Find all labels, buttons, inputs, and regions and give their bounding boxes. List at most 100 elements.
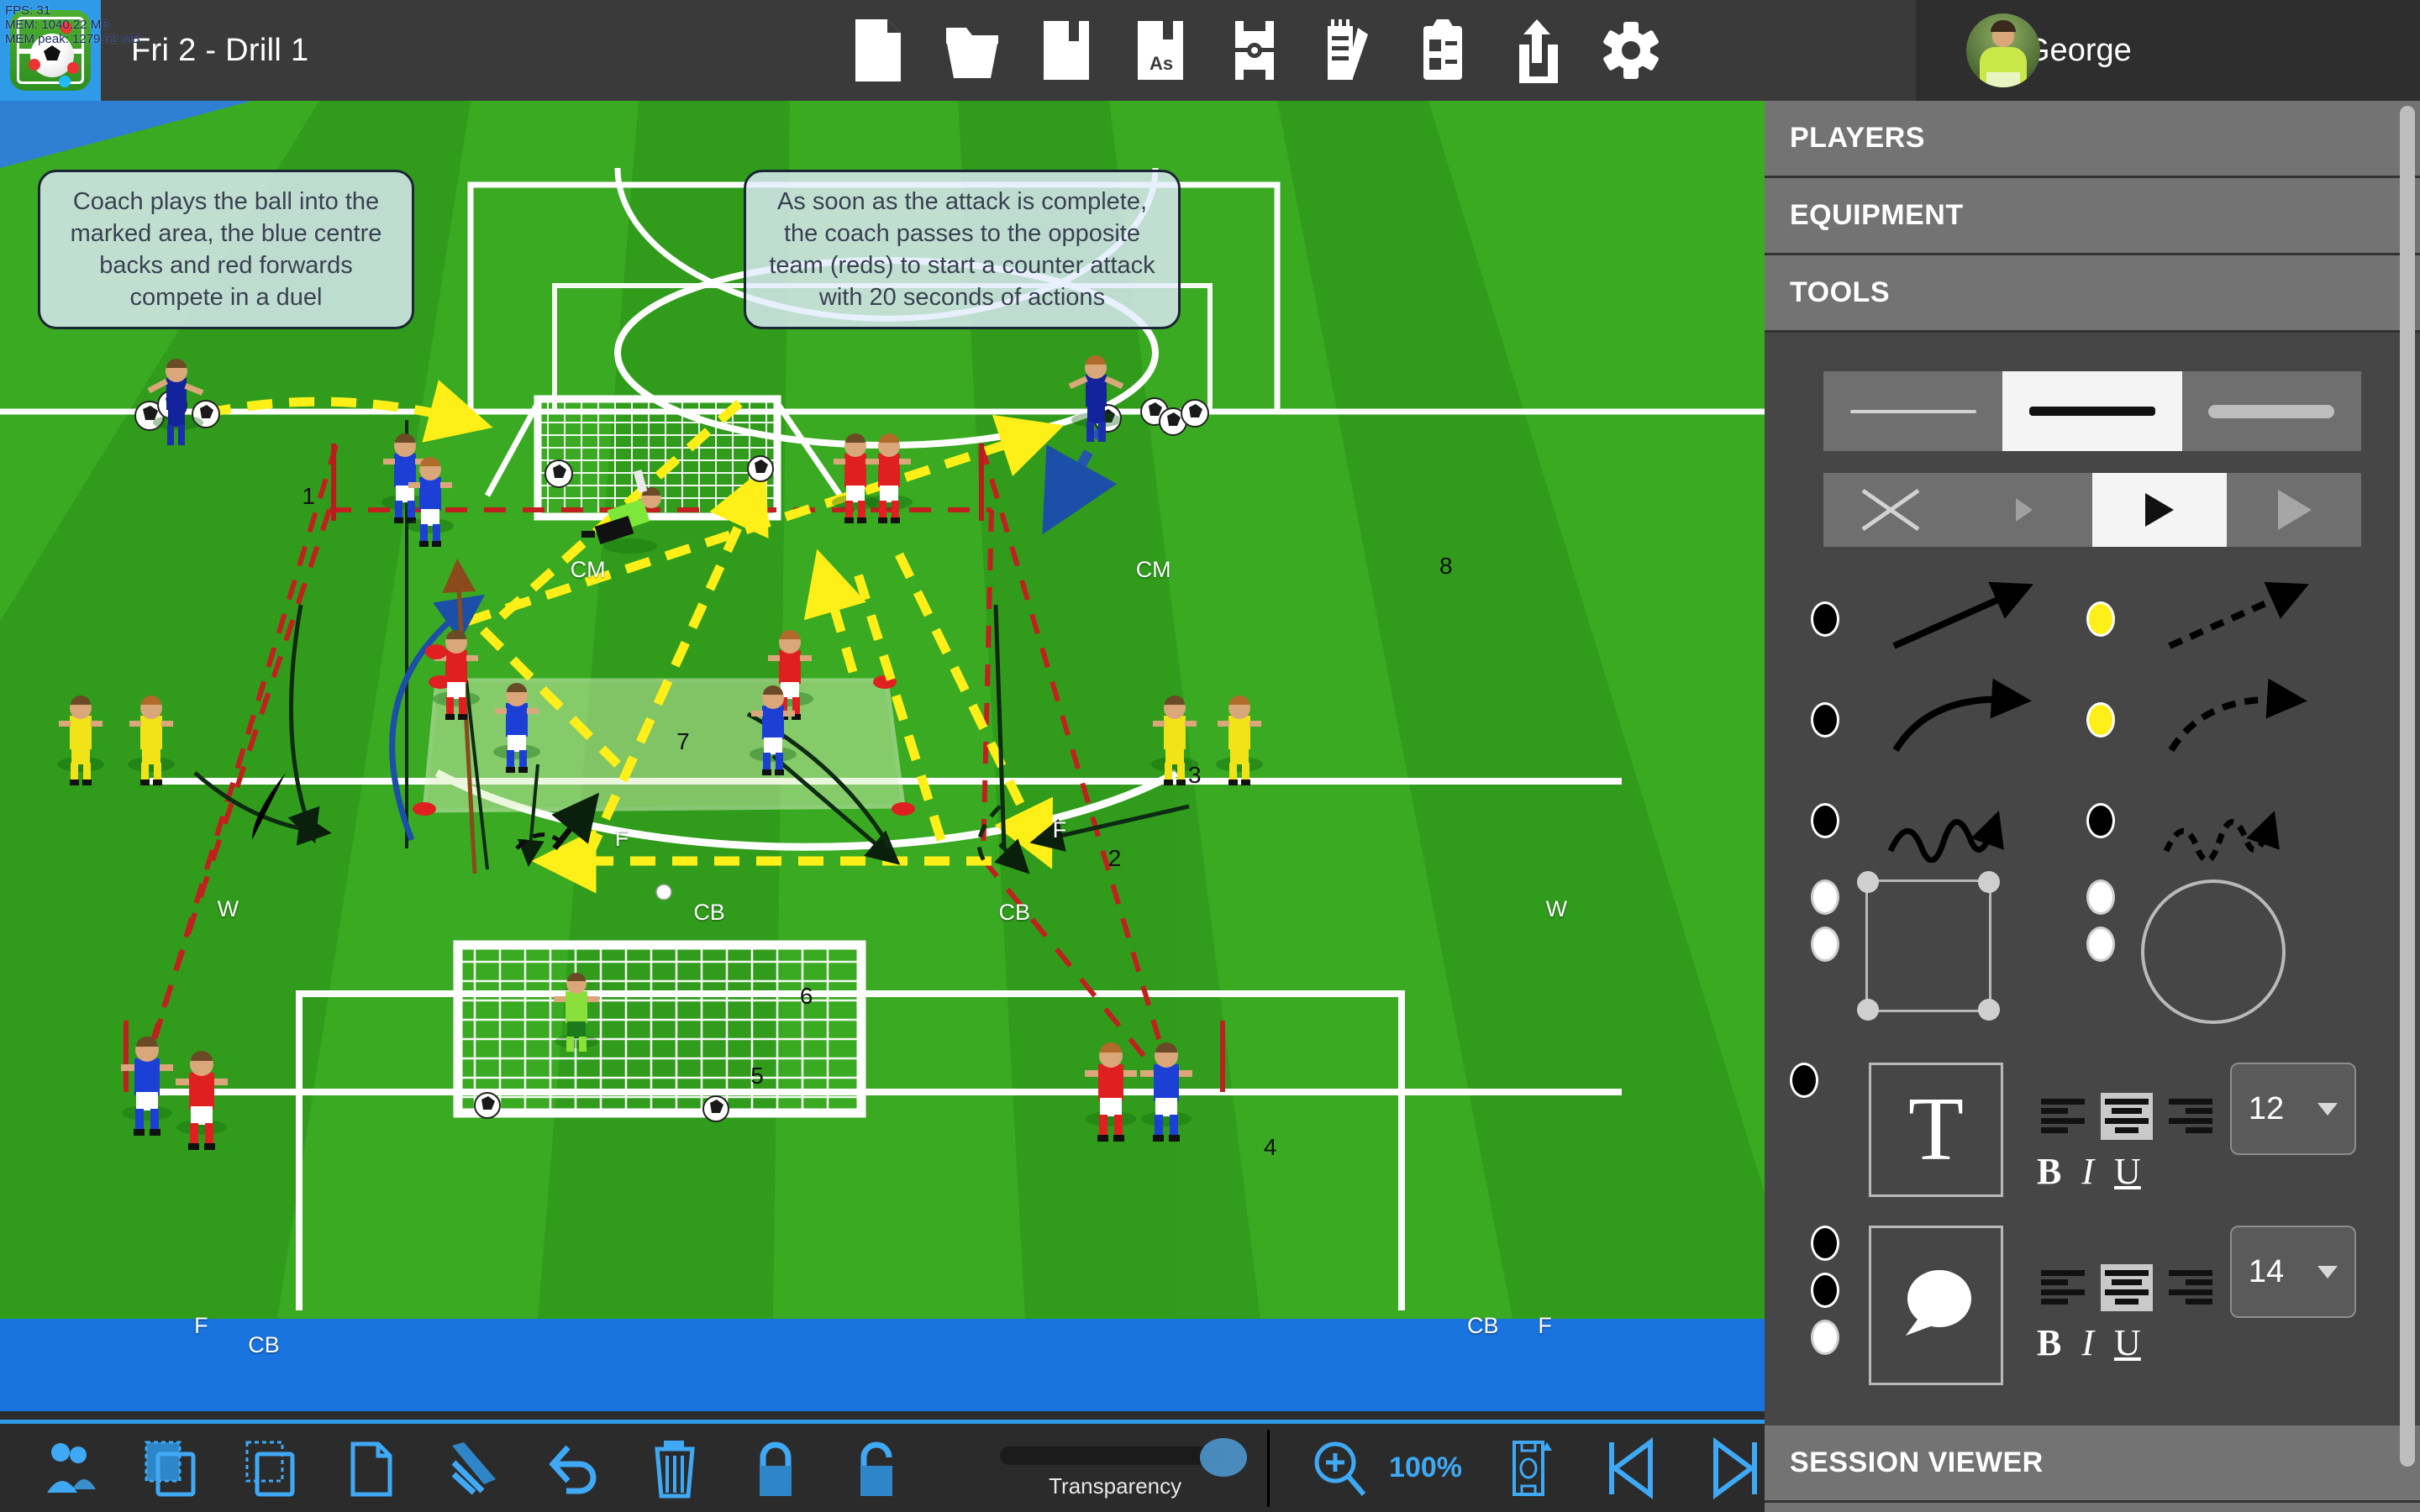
callout-font-size-select[interactable]: 14 [2230,1226,2390,1402]
session-notes-icon[interactable] [1319,18,1378,83]
speech-bubble-tool[interactable] [1869,1226,2028,1402]
unlock-icon[interactable] [845,1437,908,1499]
players-group-icon[interactable] [39,1437,101,1499]
bring-to-front-icon[interactable] [139,1437,202,1499]
callout-align-left[interactable] [2037,1264,2089,1311]
curved-arrow-color-dot[interactable] [1790,669,1860,770]
arrow-number-6: 6 [799,982,813,1009]
text-italic-button[interactable]: I [2081,1150,2094,1193]
rectangle-tool[interactable] [1857,871,2060,1047]
curved-dashed-arrow-color-dot[interactable] [2065,669,2136,770]
send-to-back-icon[interactable] [240,1437,302,1499]
lock-icon[interactable] [744,1437,807,1499]
text-font-size-select[interactable]: 12 [2230,1063,2390,1222]
toolbar-divider [1267,1429,1270,1507]
callout-align-group [2037,1263,2222,1311]
text-align-left[interactable] [2037,1093,2089,1140]
delete-trash-icon[interactable] [644,1437,706,1499]
text-tool-glyph: T [1869,1063,2003,1197]
pitch-canvas[interactable]: Coach plays the ball into the marked are… [0,101,1765,1411]
sidebar-item-formations[interactable]: FORMATIONS [1765,1503,2420,1512]
line-weight-thick[interactable] [2181,371,2361,451]
bottom-toolbar: Transparency 100% [0,1420,1765,1512]
zigzag-dashed-arrow-tool[interactable] [2141,770,2336,871]
callout-color-dots[interactable] [1790,1226,1860,1402]
text-bold-button[interactable]: B [2037,1150,2061,1193]
sidebar-item-equipment[interactable]: EQUIPMENT [1765,178,2420,255]
share-icon[interactable] [1507,18,1566,85]
straight-arrow-tool[interactable] [1865,569,2060,669]
arrow-number-2: 2 [1107,845,1122,872]
callout-bold-button[interactable]: B [2037,1321,2061,1364]
arrow-head-small[interactable] [1958,473,2092,547]
ellipse-tool[interactable] [2141,879,2336,1047]
sidebar-scrollbar[interactable] [2400,106,2415,1467]
text-align-center[interactable] [2101,1092,2153,1140]
clipboard-icon[interactable] [1413,18,1472,83]
arrow-number-7: 7 [676,727,690,754]
save-as-icon[interactable]: As [1131,18,1190,83]
zigzag-dashed-arrow-color-dot[interactable] [2065,770,2136,871]
callout-align-center[interactable] [2101,1263,2153,1311]
debug-mem: MEM: 1040.22 MB [5,18,110,32]
undo-icon[interactable] [543,1437,605,1499]
straight-arrow-color-dot[interactable] [1790,569,1860,669]
curved-dashed-arrow-tool[interactable] [2141,669,2336,770]
text-underline-button[interactable]: U [2114,1150,2141,1193]
callout-align-right[interactable] [2165,1264,2217,1311]
text-align-right[interactable] [2165,1093,2217,1140]
straight-dashed-arrow-color-dot[interactable] [2065,569,2136,669]
top-icon-group: As [849,0,1660,101]
text-color-dot[interactable] [1790,1063,1860,1222]
shape-tools-row [1790,871,2395,1047]
app-icon-button[interactable]: FPS: 31 MEM: 1040.22 MB MEM peak: 1279.6… [0,0,140,101]
user-profile[interactable]: George [1916,0,2420,101]
open-folder-icon[interactable] [943,18,1002,83]
speech-bubble-icon [1906,1270,1971,1336]
rectangle-color-dots[interactable] [1790,879,1860,1047]
tools-panel: T B I U 12 B I U 14 [1765,333,2420,1425]
right-sidebar: PLAYERS EQUIPMENT TOOLS T B I U 12 B I U… [1765,101,2420,1512]
transparency-thumb[interactable] [1200,1438,1247,1477]
debug-fps: FPS: 31 [5,3,51,18]
callout-underline-button[interactable]: U [2114,1321,2141,1364]
zoom-in-icon[interactable] [1308,1437,1370,1499]
line-weight-medium[interactable] [2002,371,2182,451]
coaching-note-2[interactable]: As soon as the attack is complete, the c… [744,170,1181,329]
arrow-head-selector[interactable] [1823,473,2361,547]
sidebar-item-tools[interactable]: TOOLS [1765,255,2420,333]
arrow-head-large[interactable] [2227,473,2361,547]
sidebar-item-players[interactable]: PLAYERS [1765,101,2420,178]
eraser-icon[interactable] [442,1437,504,1499]
zigzag-arrow-color-dot[interactable] [1790,770,1860,871]
coaching-note-1[interactable]: Coach plays the ball into the marked are… [38,170,414,329]
pitch-icon[interactable] [1225,18,1284,83]
zoom-level-label: 100% [1389,1452,1462,1483]
settings-gear-icon[interactable] [1602,18,1660,83]
tactics-app-window: FPS: 31 MEM: 1040.22 MB MEM peak: 1279.6… [0,0,2420,1512]
transparency-label: Transparency [1049,1473,1182,1499]
callout-italic-button[interactable]: I [2081,1321,2094,1364]
transparency-track[interactable] [1000,1446,1227,1465]
callout-tool-row: B I U 14 [1790,1226,2395,1402]
straight-dashed-arrow-tool[interactable] [2141,569,2336,669]
arrow-number-1: 1 [302,483,316,510]
new-document-icon[interactable] [849,18,908,83]
save-icon[interactable] [1037,18,1096,83]
transparency-control[interactable]: Transparency [1000,1436,1247,1499]
zigzag-arrow-tool[interactable] [1865,770,2060,871]
arrow-head-medium[interactable] [2092,473,2227,547]
text-tool[interactable]: T [1869,1063,2028,1222]
next-frame-icon[interactable] [1702,1436,1765,1499]
previous-frame-icon[interactable] [1602,1436,1664,1499]
callout-font-size-value: 14 [2248,1253,2285,1289]
duplicate-icon[interactable] [341,1437,403,1499]
coaching-note-1-text: Coach plays the ball into the marked are… [70,188,382,311]
curved-arrow-tool[interactable] [1865,669,2060,770]
line-weight-selector[interactable] [1823,371,2361,451]
pitch-view-icon[interactable] [1501,1437,1563,1499]
ellipse-color-dots[interactable] [2065,879,2136,1047]
sidebar-item-session-viewer[interactable]: SESSION VIEWER [1765,1425,2420,1503]
arrow-head-none[interactable] [1823,473,1958,547]
line-weight-thin[interactable] [1823,371,2003,451]
